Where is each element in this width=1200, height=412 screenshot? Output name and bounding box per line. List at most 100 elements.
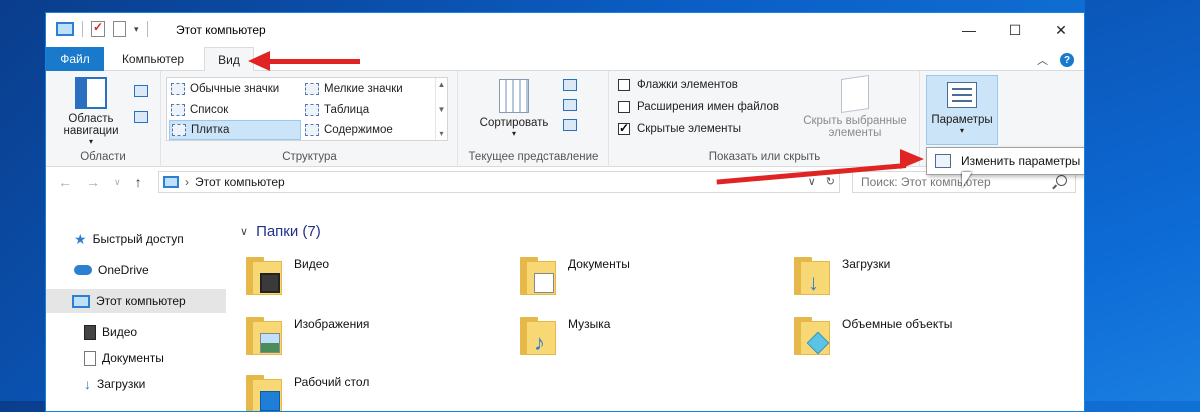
annotation-arrow xyxy=(268,59,360,64)
gallery-scrollbar[interactable]: ▲ ▼ ▾ xyxy=(435,78,447,140)
hidden-items-toggle[interactable]: Скрытые элементы xyxy=(618,121,742,135)
hide-selected-button[interactable]: Скрыть выбранные элементы xyxy=(796,75,914,139)
computer-icon xyxy=(72,294,90,308)
sidebar-item-documents[interactable]: Документы xyxy=(46,346,226,370)
checkbox-label: Расширения имен файлов xyxy=(637,101,779,113)
group-by-icon[interactable] xyxy=(563,79,577,91)
details-icon xyxy=(305,104,319,116)
preview-pane-icon[interactable] xyxy=(134,85,148,97)
window-controls: — ☐ ✕ xyxy=(946,13,1084,47)
layout-option[interactable]: Таблица xyxy=(303,100,435,120)
folder-item[interactable]: ♪ Музыка xyxy=(520,317,610,355)
ribbon-group-show-hide: Флажки элементов Расширения имен файлов … xyxy=(610,71,920,167)
chevron-down-icon[interactable]: ∨ xyxy=(808,175,816,188)
layout-option-label: Список xyxy=(190,104,229,116)
chevron-down-icon: ▾ xyxy=(88,137,93,146)
sidebar-item-label: Загрузки xyxy=(97,377,146,391)
star-icon: ★ xyxy=(74,230,87,247)
ribbon-group-layout: Обычные значки Мелкие значки Список Табл… xyxy=(162,71,458,167)
sort-icon xyxy=(499,79,529,113)
sidebar-item-this-pc[interactable]: Этот компьютер xyxy=(46,289,226,313)
file-extensions-toggle[interactable]: Расширения имен файлов xyxy=(618,101,779,113)
scroll-down-icon[interactable]: ▼ xyxy=(438,105,446,114)
properties-icon[interactable] xyxy=(91,20,105,37)
sidebar-item-label: Быстрый доступ xyxy=(92,232,184,246)
tab-computer[interactable]: Компьютер xyxy=(108,47,198,71)
checkbox[interactable] xyxy=(618,101,630,113)
folder-item[interactable]: Рабочий стол xyxy=(246,375,369,411)
sidebar-item-quick-access[interactable]: ★ Быстрый доступ xyxy=(46,227,226,251)
folder-item[interactable]: Документы xyxy=(520,257,630,295)
options-button[interactable]: Параметры ▾ xyxy=(926,75,998,145)
sidebar-item-label: Видео xyxy=(102,325,138,339)
chevron-up-icon[interactable]: ︿ xyxy=(1037,52,1048,68)
section-title: Папки (7) xyxy=(256,223,321,240)
close-button[interactable]: ✕ xyxy=(1038,13,1084,47)
desktop-folder-icon xyxy=(246,375,284,411)
sidebar-item-video[interactable]: Видео xyxy=(46,320,226,344)
expand-icon[interactable]: ▾ xyxy=(439,129,443,138)
layout-option-label: Таблица xyxy=(324,104,370,116)
checkbox-checked[interactable] xyxy=(618,121,630,135)
back-arrow-icon[interactable]: ← xyxy=(58,174,72,190)
folder-item[interactable]: Видео xyxy=(246,257,329,295)
divider xyxy=(82,21,83,37)
forward-arrow-icon[interactable]: → xyxy=(86,174,100,190)
layout-option[interactable]: Обычные значки xyxy=(169,79,301,99)
layout-option[interactable]: Мелкие значки xyxy=(303,79,435,99)
new-folder-icon[interactable] xyxy=(113,21,126,37)
folder-name: Загрузки xyxy=(842,257,891,271)
recent-dropdown-icon[interactable]: ∨ xyxy=(114,174,121,190)
layout-gallery: Обычные значки Мелкие значки Список Табл… xyxy=(166,77,448,141)
layout-option-label: Плитка xyxy=(191,124,230,136)
sidebar-item-onedrive[interactable]: OneDrive xyxy=(46,258,226,282)
details-pane-icon[interactable] xyxy=(134,111,148,123)
checkbox-label: Скрытые элементы xyxy=(637,123,742,135)
folder-name: Изображения xyxy=(294,317,370,331)
ribbon-group-areas: Область навигации ▾ Области xyxy=(46,71,161,167)
tab-view[interactable]: Вид xyxy=(204,47,254,72)
documents-folder-icon xyxy=(520,257,558,295)
add-columns-icon[interactable] xyxy=(563,99,577,111)
hide-selected-label: Скрыть выбранные элементы xyxy=(803,115,907,139)
options-label: Параметры xyxy=(931,114,993,126)
group-label: Области xyxy=(80,151,126,163)
refresh-icon[interactable]: ↻ xyxy=(826,175,835,188)
change-folder-options-item[interactable]: Изменить параметры папок и поиска xyxy=(929,149,1084,173)
document-icon xyxy=(84,350,96,366)
hide-selected-icon xyxy=(841,75,869,113)
chevron-down-icon: ▾ xyxy=(959,126,964,135)
up-arrow-icon[interactable]: ↑ xyxy=(135,174,142,190)
maximize-button[interactable]: ☐ xyxy=(992,13,1038,47)
menu-item-label: Изменить параметры папок и поиска xyxy=(961,154,1084,168)
breadcrumb[interactable]: Этот компьютер xyxy=(195,175,285,189)
item-checkboxes-toggle[interactable]: Флажки элементов xyxy=(618,79,738,91)
layout-option-selected[interactable]: Плитка xyxy=(169,120,301,140)
pictures-folder-icon xyxy=(246,317,284,355)
group-label: Показать или скрыть xyxy=(708,151,821,163)
size-columns-icon[interactable] xyxy=(563,119,577,131)
folder-item[interactable]: Объемные объекты xyxy=(794,317,952,355)
checkbox[interactable] xyxy=(618,79,630,91)
sidebar-item-downloads[interactable]: ↓ Загрузки xyxy=(46,372,226,396)
cloud-icon xyxy=(74,265,92,275)
layout-option[interactable]: Содержимое xyxy=(303,120,435,140)
ribbon-tabs: Файл Компьютер Вид ︿ ? xyxy=(46,47,1084,72)
computer-icon xyxy=(163,176,179,188)
chevron-down-icon[interactable]: ▾ xyxy=(134,24,139,35)
sort-button[interactable]: Сортировать ▾ xyxy=(473,79,555,138)
folder-item[interactable]: Изображения xyxy=(246,317,369,355)
help-icon[interactable]: ? xyxy=(1060,53,1074,67)
folder-item[interactable]: ↓ Загрузки xyxy=(794,257,890,295)
folders-group-header[interactable]: ∨ Папки (7) xyxy=(240,223,321,240)
search-icon[interactable] xyxy=(1056,175,1067,186)
breadcrumb-separator-icon: › xyxy=(185,175,189,189)
navigation-pane-button[interactable]: Область навигации ▾ xyxy=(60,77,122,146)
chevron-down-icon[interactable]: ∨ xyxy=(240,225,248,238)
tab-file[interactable]: Файл xyxy=(46,47,104,71)
annotation-arrowhead xyxy=(248,51,270,71)
layout-option[interactable]: Список xyxy=(169,100,301,120)
minimize-button[interactable]: — xyxy=(946,13,992,47)
content-icon xyxy=(305,124,319,136)
scroll-up-icon[interactable]: ▲ xyxy=(438,80,446,89)
